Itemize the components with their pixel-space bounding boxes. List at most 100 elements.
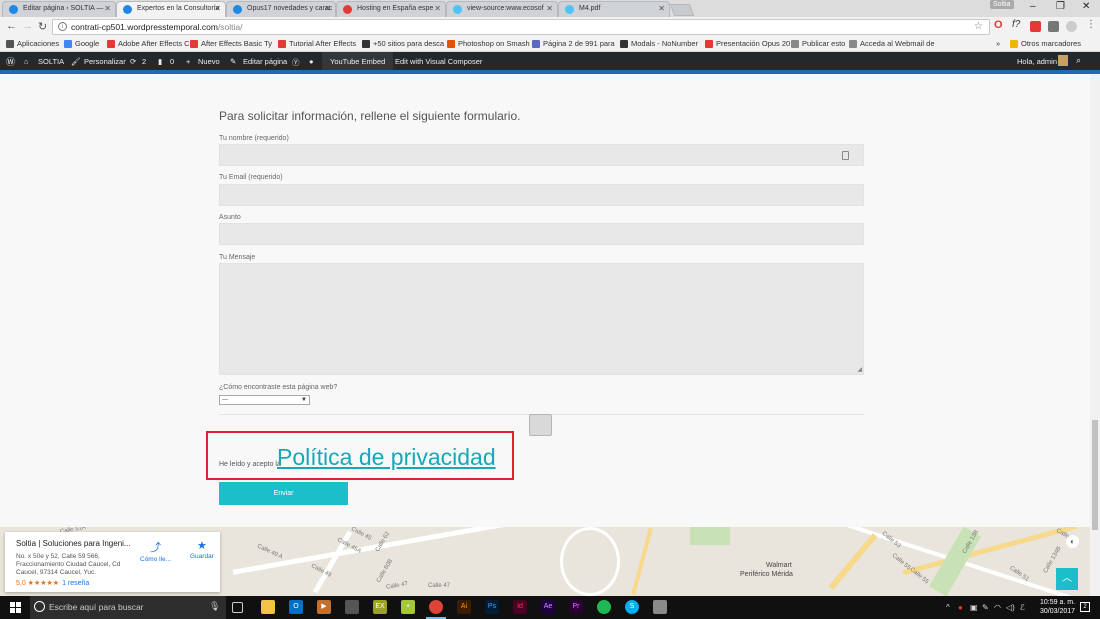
name-field[interactable] <box>219 144 864 166</box>
language-icon[interactable]: ℰ <box>1020 603 1025 612</box>
privacy-policy-link[interactable]: Política de privacidad <box>277 444 496 471</box>
volume-icon[interactable]: ◁) <box>1006 603 1015 612</box>
address-bar[interactable]: i contrati-cp501.wordpresstemporal.com/s… <box>52 19 990 35</box>
browser-tab[interactable]: Hosting en España espe ✕ <box>336 1 446 17</box>
bookmark-item[interactable]: Aplicaciones <box>6 39 59 48</box>
profile-badge[interactable]: Soltia <box>990 0 1014 9</box>
bookmark-item[interactable]: Acceda al Webmail de <box>849 39 934 48</box>
chrome-icon[interactable] <box>429 600 443 614</box>
extension-red-icon[interactable] <box>1030 21 1041 32</box>
minimize-icon[interactable]: – <box>1030 1 1036 12</box>
bookmark-star-icon[interactable]: ☆ <box>974 21 983 32</box>
browser-tab[interactable]: Expertos en la Consultoría ✕ <box>116 1 226 17</box>
windows-start-icon[interactable] <box>10 602 21 613</box>
tray-pen-icon[interactable]: ✎ <box>982 603 989 612</box>
captcha-checkbox[interactable] <box>529 414 552 436</box>
youtube-embed-link[interactable]: YouTube Embed <box>322 52 394 70</box>
customize-link[interactable]: Personalizar <box>84 57 126 66</box>
bookmark-item[interactable]: Adobe After Effects C <box>107 39 190 48</box>
microphone-icon[interactable]: 🎙 <box>209 601 220 612</box>
wordpress-logo-icon[interactable]: Ⓦ <box>6 55 15 68</box>
opera-extension-icon[interactable]: O <box>994 19 1005 31</box>
tray-chevron-icon[interactable]: ^ <box>946 603 950 612</box>
outlook-icon[interactable]: O <box>289 600 303 614</box>
taskbar-search[interactable]: Escribe aquí para buscar 🎙 <box>30 596 226 619</box>
skype-icon[interactable]: S <box>625 600 639 614</box>
extension-gray-icon[interactable] <box>1048 21 1059 32</box>
menu-dots-icon[interactable]: ⋮ <box>1086 19 1097 30</box>
reviews-link[interactable]: 1 reseña <box>62 580 89 587</box>
source-select[interactable]: --- ▼ <box>219 395 310 405</box>
tab-close-icon[interactable]: ✕ <box>546 4 553 13</box>
file-explorer-icon[interactable] <box>261 600 275 614</box>
bookmark-item[interactable]: Publicar esto <box>791 39 845 48</box>
back-arrow-icon[interactable]: ← <box>6 20 17 32</box>
bookmark-item[interactable]: After Effects Basic Ty <box>190 39 272 48</box>
tray-app-icon[interactable]: ▣ <box>970 603 978 612</box>
map-compass-icon[interactable]: ◐ <box>1066 535 1079 548</box>
browser-tab[interactable]: view-source:www.ecosof ✕ <box>446 1 558 17</box>
avatar[interactable] <box>1058 55 1068 66</box>
illustrator-icon[interactable]: Ai <box>457 600 471 614</box>
tab-close-icon[interactable]: ✕ <box>434 4 441 13</box>
indesign-icon[interactable]: Id <box>513 600 527 614</box>
forward-arrow-icon[interactable]: → <box>22 20 33 32</box>
new-tab-button[interactable] <box>669 4 695 16</box>
edit-page-link[interactable]: Editar página <box>243 57 287 66</box>
task-view-icon[interactable] <box>232 602 243 613</box>
site-name-link[interactable]: SOLTIA <box>38 57 64 66</box>
new-link[interactable]: Nuevo <box>198 57 220 66</box>
greeting-link[interactable]: Hola, admin <box>1017 57 1057 66</box>
bookmarks-overflow-icon[interactable]: » <box>996 39 1000 48</box>
tab-close-icon[interactable]: ✕ <box>658 4 665 13</box>
photoshop-icon[interactable]: Ps <box>485 600 499 614</box>
tray-red-icon[interactable]: ● <box>958 603 963 612</box>
notifications-icon[interactable]: 2 <box>1080 602 1090 612</box>
app-tool-icon[interactable] <box>345 600 359 614</box>
maximize-icon[interactable]: ❐ <box>1056 1 1065 12</box>
browser-tab[interactable]: Editar página ‹ SOLTIA — ✕ <box>2 1 116 17</box>
premiere-icon[interactable]: Pr <box>569 600 583 614</box>
wifi-icon[interactable]: ◠ <box>994 603 1001 612</box>
after-effects-icon[interactable]: Ae <box>541 600 555 614</box>
subject-field[interactable] <box>219 223 864 245</box>
bookmark-item[interactable]: Photoshop on Smash <box>447 39 530 48</box>
taskbar-clock[interactable]: 10:59 a. m. 30/03/2017 <box>1040 598 1075 616</box>
info-icon[interactable]: i <box>58 22 67 31</box>
comments-count[interactable]: 0 <box>170 57 174 66</box>
yoast-icon[interactable]: Ⓨ <box>292 57 300 68</box>
search-icon[interactable]: ⌕ <box>1076 55 1081 66</box>
bookmark-item[interactable]: +50 sitios para desca <box>362 39 444 48</box>
message-textarea[interactable]: ◢ <box>219 263 864 375</box>
spotify-icon[interactable] <box>597 600 611 614</box>
directions-button[interactable]: ⤴ Cómo lle... <box>140 539 171 563</box>
resize-grip-icon[interactable]: ◢ <box>857 366 862 373</box>
save-button[interactable]: ★ Guardar <box>190 539 214 560</box>
visual-composer-link[interactable]: Edit with Visual Composer <box>395 57 482 66</box>
bookmark-item[interactable]: Modals - NoNumber <box>620 39 698 48</box>
business-name[interactable]: Soltia | Soluciones para Ingeni... <box>16 539 131 548</box>
close-window-icon[interactable]: ✕ <box>1082 1 1090 12</box>
reload-icon[interactable]: ↻ <box>38 20 47 33</box>
scrollbar-thumb[interactable] <box>1092 420 1098 530</box>
font-extension-icon[interactable]: f? <box>1012 19 1023 30</box>
bookmark-item[interactable]: Otros marcadores <box>1010 39 1081 48</box>
app-ex-icon[interactable]: EX <box>373 600 387 614</box>
browser-tab[interactable]: M4.pdf ✕ <box>558 1 670 17</box>
app-plus-icon[interactable]: + <box>401 600 415 614</box>
browser-tab[interactable]: Opus17 novedades y carac ✕ <box>226 1 336 17</box>
bookmark-item[interactable]: Tutorial After Effects <box>278 39 356 48</box>
tab-close-icon[interactable]: ✕ <box>214 4 221 13</box>
password-manager-icon[interactable] <box>842 151 849 160</box>
bookmark-item[interactable]: Página 2 de 991 para <box>532 39 615 48</box>
submit-button[interactable]: Enviar <box>219 482 348 505</box>
scroll-to-top-button[interactable]: ︿ <box>1056 568 1078 590</box>
extension-round-icon[interactable] <box>1066 21 1077 32</box>
media-player-icon[interactable]: ▶ <box>317 600 331 614</box>
tab-close-icon[interactable]: ✕ <box>324 4 331 13</box>
bookmark-item[interactable]: Presentación Opus 20 <box>705 39 790 48</box>
email-field[interactable] <box>219 184 864 206</box>
updates-count[interactable]: 2 <box>142 57 146 66</box>
pen-tool-icon[interactable] <box>653 600 667 614</box>
tab-close-icon[interactable]: ✕ <box>104 4 111 13</box>
